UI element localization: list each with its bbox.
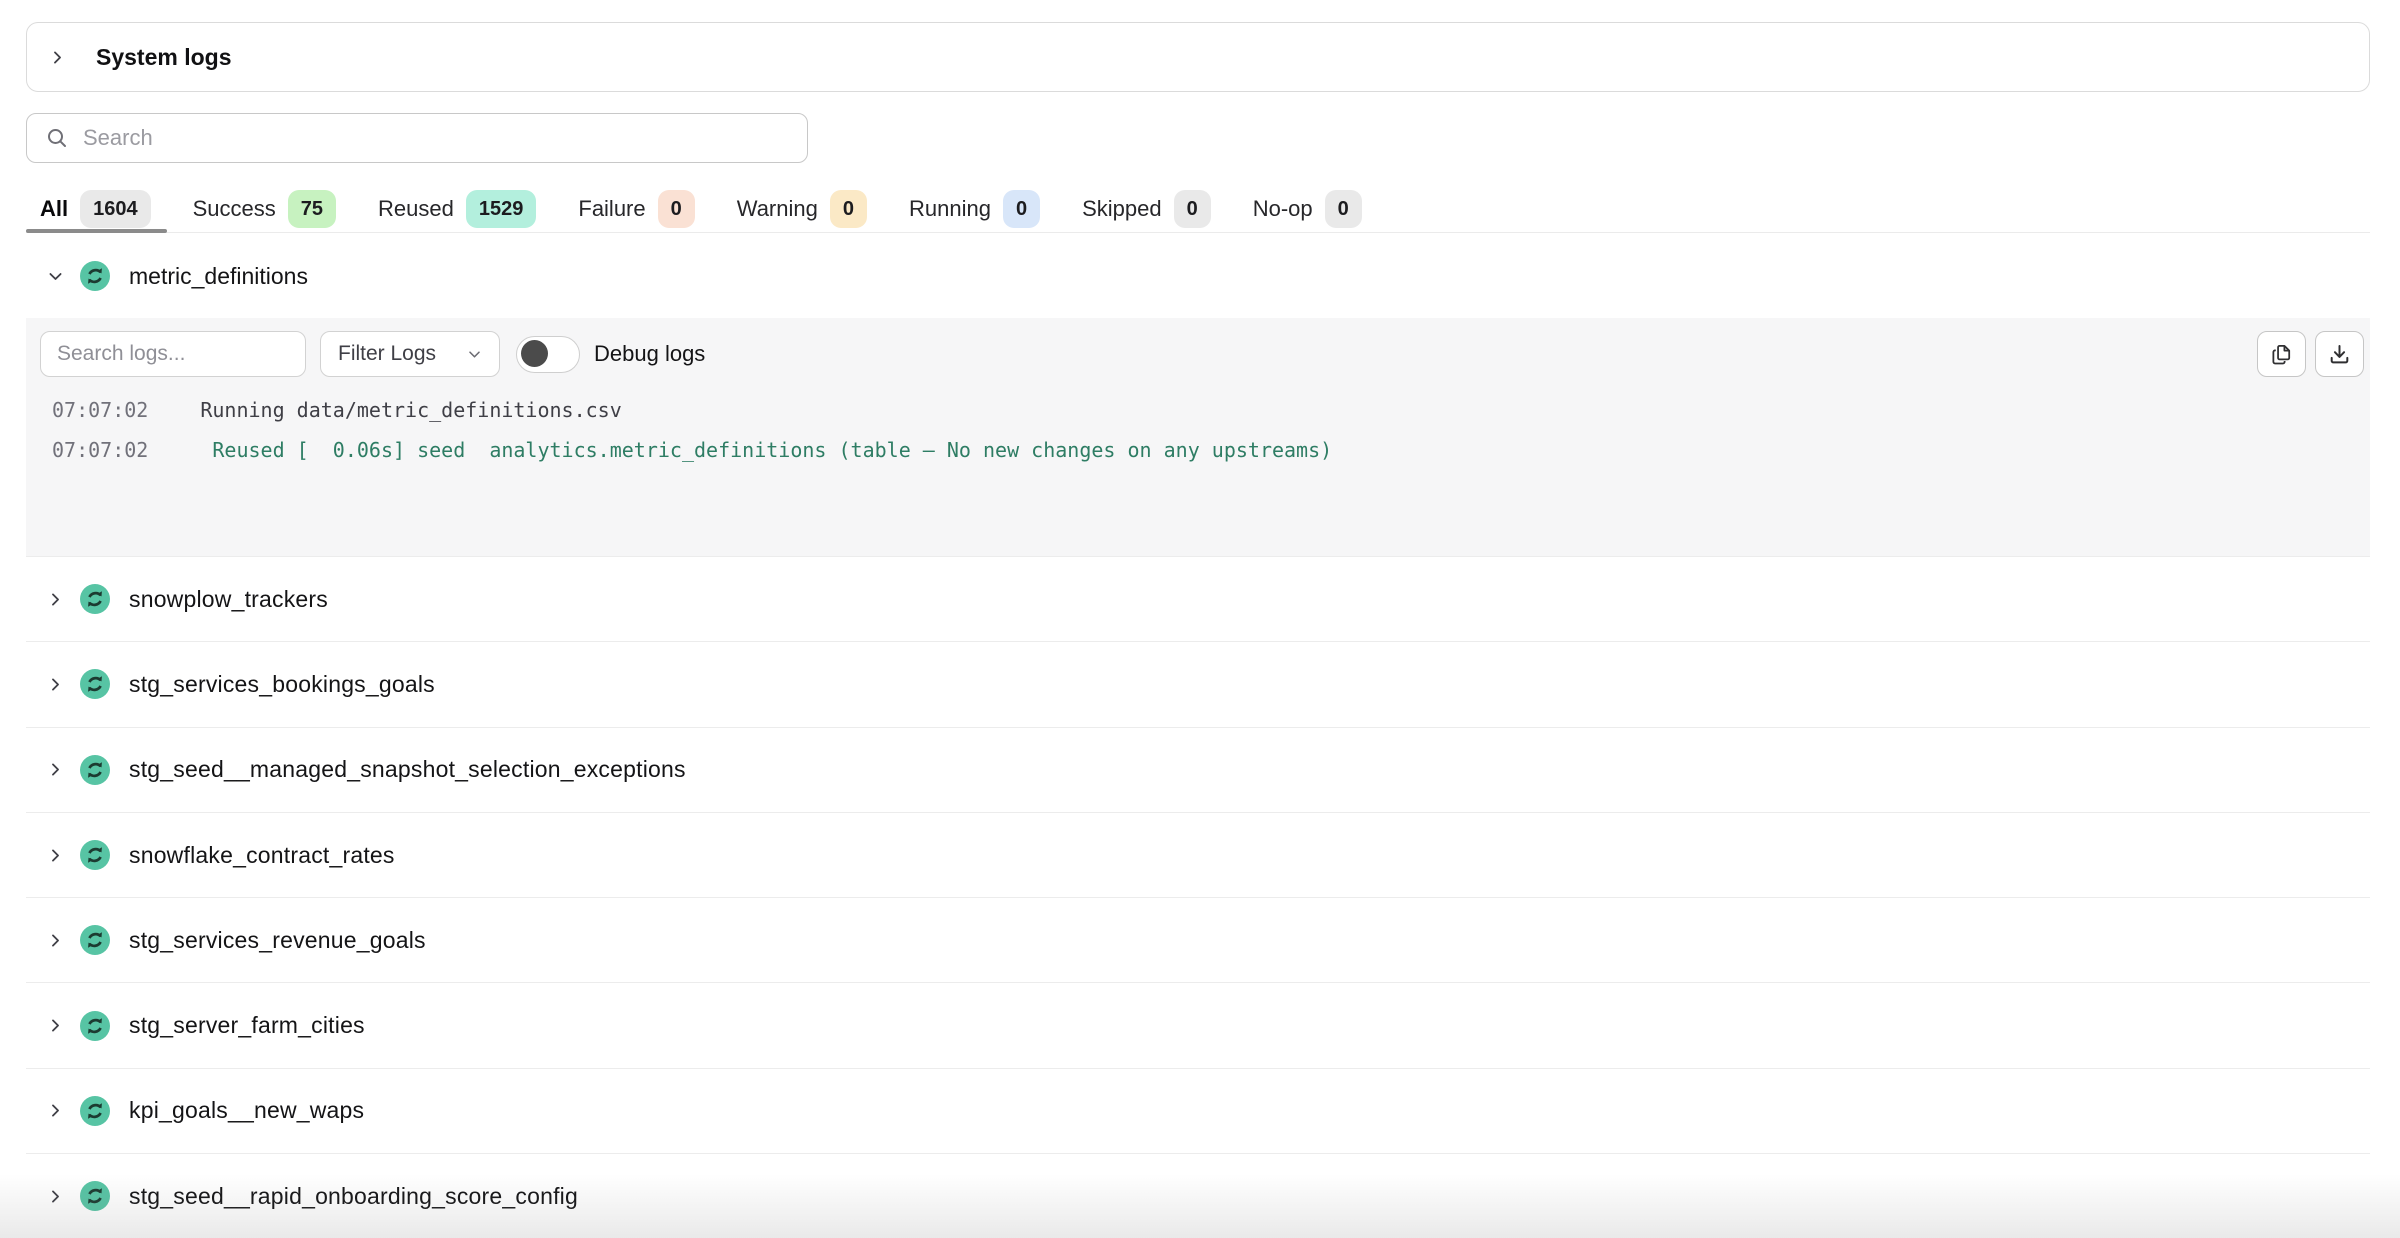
list-item-stg-services-revenue-goals[interactable]: stg_services_revenue_goals (26, 897, 2370, 982)
filter-logs-dropdown[interactable]: Filter Logs (320, 331, 500, 377)
model-name: stg_seed__managed_snapshot_selection_exc… (129, 756, 686, 783)
model-name: snowflake_contract_rates (129, 842, 395, 869)
list-item-stg-server-farm-cities[interactable]: stg_server_farm_cities (26, 982, 2370, 1067)
reused-status-icon (80, 1181, 110, 1211)
debug-logs-label: Debug logs (594, 341, 705, 367)
model-name: stg_services_revenue_goals (129, 927, 426, 954)
tab-label: Success (193, 196, 276, 222)
chevron-right-icon (47, 1188, 64, 1205)
chevron-right-icon (47, 676, 64, 693)
log-actions (2257, 331, 2364, 377)
tab-failure[interactable]: Failure 0 (578, 186, 694, 232)
debug-logs-toggle[interactable] (516, 336, 580, 373)
reused-status-icon (80, 584, 110, 614)
reused-status-icon (80, 840, 110, 870)
tab-warning[interactable]: Warning 0 (737, 186, 867, 232)
log-message: Reused [ 0.06s] seed analytics.metric_de… (200, 435, 1332, 465)
reused-status-icon (80, 261, 110, 291)
log-line: 07:07:02 Reused [ 0.06s] seed analytics.… (52, 435, 2350, 465)
model-name: stg_services_bookings_goals (129, 671, 435, 698)
copy-logs-button[interactable] (2257, 331, 2306, 377)
search-box (26, 113, 808, 163)
download-icon (2327, 342, 2352, 367)
list-item-snowflake-contract-rates[interactable]: snowflake_contract_rates (26, 812, 2370, 897)
chevron-right-icon (47, 932, 64, 949)
tab-label: Reused (378, 196, 454, 222)
tab-label: Failure (578, 196, 645, 222)
chevron-right-icon (47, 847, 64, 864)
model-name: stg_server_farm_cities (129, 1012, 365, 1039)
log-timestamp: 07:07:02 (52, 395, 148, 425)
model-name: metric_definitions (129, 263, 308, 290)
tab-label: Skipped (1082, 196, 1162, 222)
reused-status-icon (80, 1011, 110, 1041)
log-output: 07:07:02 Running data/metric_definitions… (52, 395, 2350, 465)
tab-label: Running (909, 196, 991, 222)
expanded-model-row-metric-definitions[interactable]: metric_definitions (26, 240, 2370, 312)
reused-status-icon (80, 755, 110, 785)
tab-count-badge: 0 (1003, 190, 1040, 228)
tab-skipped[interactable]: Skipped 0 (1082, 186, 1211, 232)
reused-status-icon (80, 1096, 110, 1126)
filter-logs-label: Filter Logs (338, 342, 436, 366)
toggle-knob (521, 340, 548, 367)
log-toolbar: Filter Logs Debug logs (40, 331, 705, 377)
tab-count-badge: 0 (1174, 190, 1211, 228)
chevron-right-icon (47, 761, 64, 778)
list-item-kpi-goals-new-waps[interactable]: kpi_goals__new_waps (26, 1068, 2370, 1153)
tab-all[interactable]: All 1604 (40, 186, 151, 232)
list-item-stg-seed-managed-snapshot-selection-exceptions[interactable]: stg_seed__managed_snapshot_selection_exc… (26, 727, 2370, 812)
system-logs-title: System logs (96, 44, 232, 71)
search-input[interactable] (83, 114, 807, 162)
tab-count-badge: 0 (658, 190, 695, 228)
log-timestamp: 07:07:02 (52, 435, 148, 465)
download-logs-button[interactable] (2315, 331, 2364, 377)
model-name: snowplow_trackers (129, 586, 328, 613)
tab-label: All (40, 196, 68, 222)
system-logs-section-header[interactable]: System logs (26, 22, 2370, 92)
list-item-stg-services-bookings-goals[interactable]: stg_services_bookings_goals (26, 641, 2370, 726)
tab-running[interactable]: Running 0 (909, 186, 1040, 232)
list-item-stg-seed-rapid-onboarding-score-config[interactable]: stg_seed__rapid_onboarding_score_config (26, 1153, 2370, 1238)
status-filter-tabs: All 1604 Success 75 Reused 1529 Failure … (26, 186, 2370, 233)
run-logs-page: System logs All 1604 Success 75 Reused 1… (0, 0, 2400, 1238)
list-item-snowplow-trackers[interactable]: snowplow_trackers (26, 556, 2370, 641)
tab-count-badge: 0 (830, 190, 867, 228)
log-search-input[interactable] (40, 331, 306, 377)
tab-label: Warning (737, 196, 818, 222)
reused-status-icon (80, 669, 110, 699)
tab-count-badge: 1604 (80, 190, 151, 228)
reused-status-icon (80, 925, 110, 955)
search-icon (45, 126, 69, 150)
tab-label: No-op (1253, 196, 1313, 222)
tab-success[interactable]: Success 75 (193, 186, 336, 232)
chevron-right-icon (47, 591, 64, 608)
copy-icon (2269, 342, 2294, 367)
chevron-right-icon (47, 1102, 64, 1119)
model-list: snowplow_trackers stg_services_bookings_… (26, 556, 2370, 1238)
tab-count-badge: 0 (1325, 190, 1362, 228)
tab-count-badge: 1529 (466, 190, 537, 228)
chevron-right-icon (47, 1017, 64, 1034)
tab-reused[interactable]: Reused 1529 (378, 186, 536, 232)
chevron-right-icon (49, 49, 66, 66)
chevron-down-icon (47, 268, 64, 285)
log-line: 07:07:02 Running data/metric_definitions… (52, 395, 2350, 425)
log-message: Running data/metric_definitions.csv (200, 395, 621, 425)
model-name: kpi_goals__new_waps (129, 1097, 364, 1124)
model-name: stg_seed__rapid_onboarding_score_config (129, 1183, 578, 1210)
chevron-down-icon (467, 347, 482, 362)
log-panel: Filter Logs Debug logs 07:07:02 Running … (26, 318, 2370, 556)
tab-count-badge: 75 (288, 190, 336, 228)
tab-noop[interactable]: No-op 0 (1253, 186, 1362, 232)
